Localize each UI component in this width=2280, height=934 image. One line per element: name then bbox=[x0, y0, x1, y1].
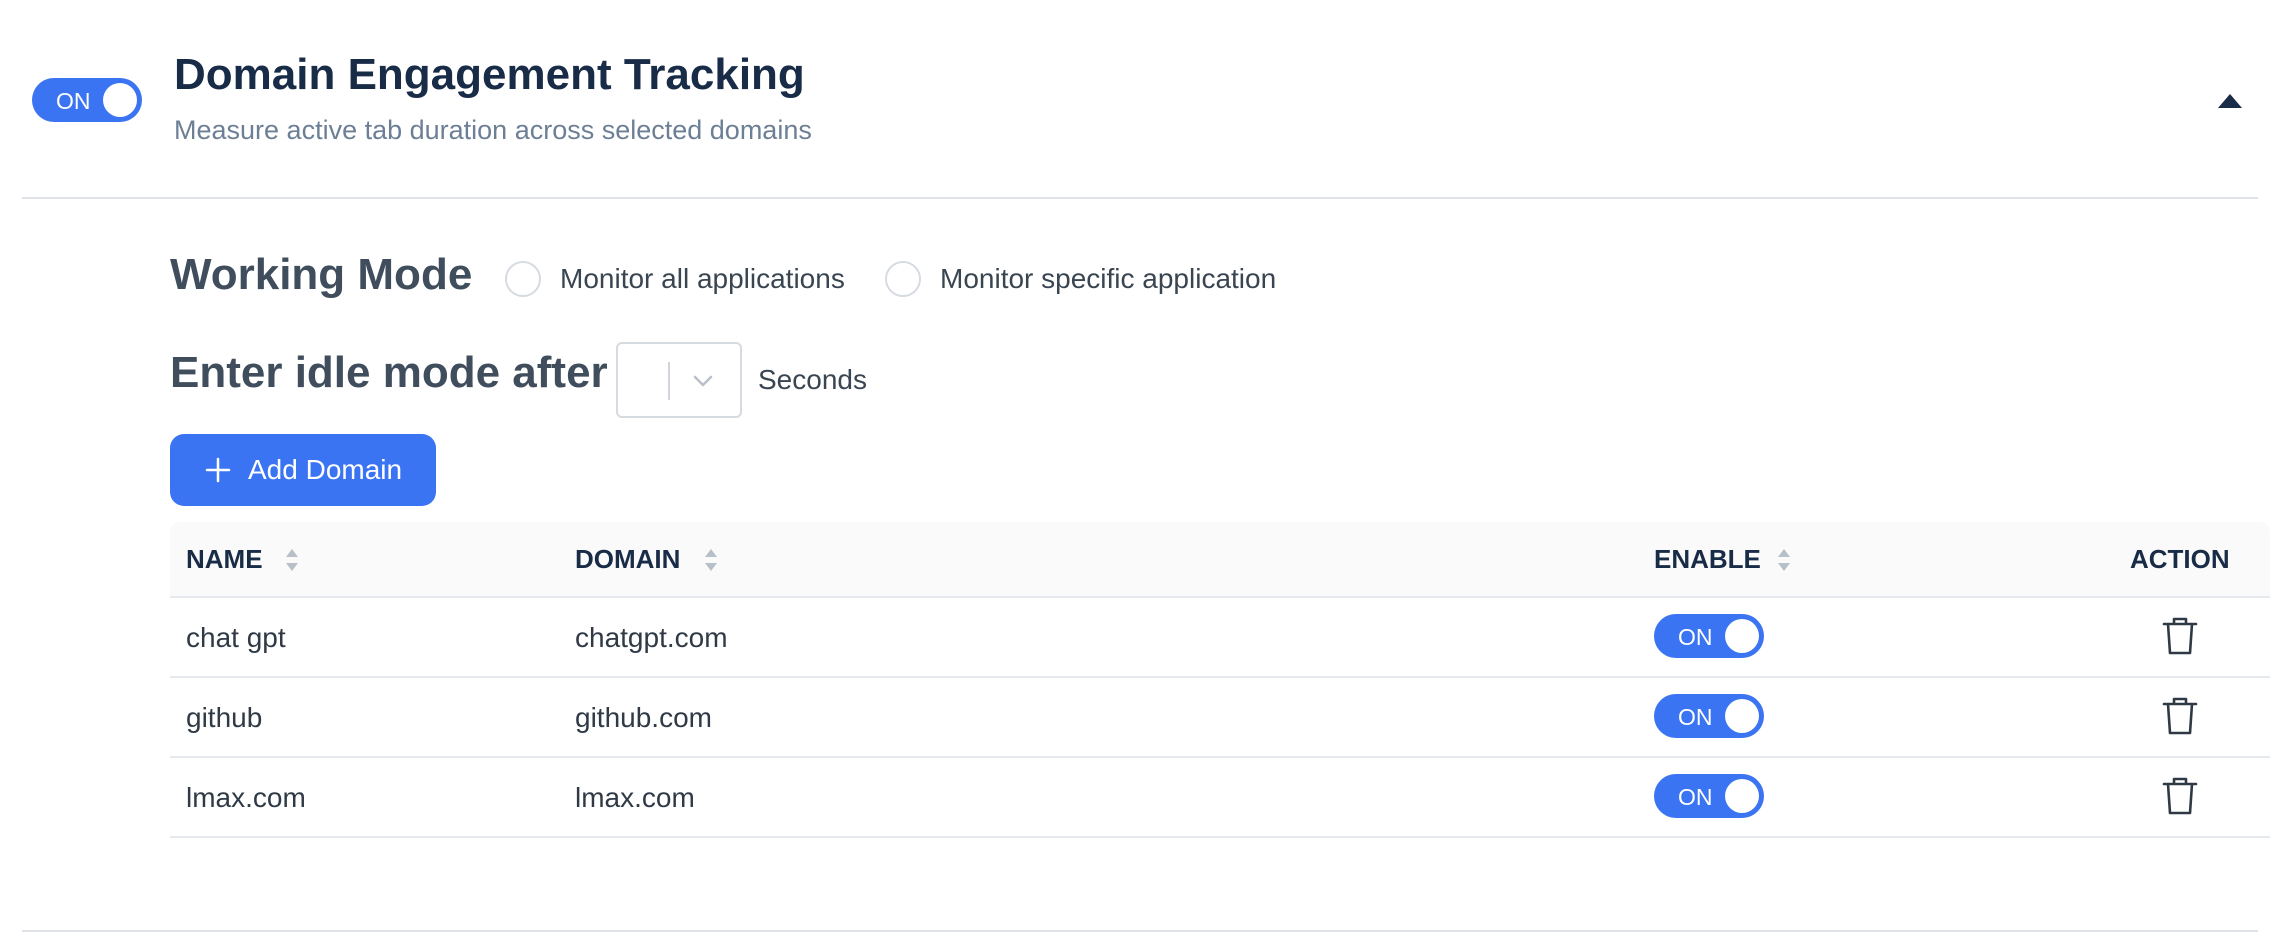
idle-seconds-select[interactable] bbox=[616, 342, 742, 418]
cell-domain: github.com bbox=[575, 702, 712, 733]
idle-mode-label: Enter idle mode after bbox=[170, 348, 608, 397]
toggle-label: ON bbox=[1678, 784, 1713, 810]
row-enable-toggle[interactable]: ON bbox=[1654, 694, 1764, 738]
toggle-knob bbox=[103, 83, 137, 117]
toggle-knob bbox=[1725, 619, 1759, 653]
chevron-down-icon bbox=[693, 375, 713, 387]
trash-icon[interactable] bbox=[2161, 776, 2199, 816]
sort-icon[interactable] bbox=[703, 546, 719, 574]
radio-monitor-all[interactable] bbox=[505, 261, 541, 297]
column-header-action: ACTION bbox=[2130, 544, 2230, 574]
section-header: ON Domain Engagement Tracking Measure ac… bbox=[0, 0, 2280, 198]
toggle-label: ON bbox=[56, 88, 91, 114]
section-subtitle: Measure active tab duration across selec… bbox=[174, 115, 812, 145]
column-header-name[interactable]: NAME bbox=[186, 544, 263, 575]
section-title: Domain Engagement Tracking bbox=[174, 50, 805, 99]
toggle-label: ON bbox=[1678, 704, 1713, 730]
plus-icon bbox=[205, 457, 231, 483]
toggle-knob bbox=[1725, 699, 1759, 733]
sort-icon[interactable] bbox=[284, 546, 300, 574]
working-mode-label: Working Mode bbox=[170, 250, 473, 299]
toggle-knob bbox=[1725, 779, 1759, 813]
toggle-label: ON bbox=[1678, 624, 1713, 650]
column-header-domain[interactable]: DOMAIN bbox=[575, 544, 680, 575]
cell-name: chat gpt bbox=[186, 622, 286, 653]
divider bbox=[22, 930, 2258, 932]
table-row: github github.com ON bbox=[170, 678, 2270, 758]
idle-unit-label: Seconds bbox=[758, 364, 867, 395]
select-separator bbox=[668, 362, 670, 400]
radio-monitor-specific[interactable] bbox=[885, 261, 921, 297]
domains-table: NAME DOMAIN ENABLE ACTION chat gpt chatg… bbox=[170, 522, 2270, 838]
cell-name: github bbox=[186, 702, 263, 733]
table-header: NAME DOMAIN ENABLE ACTION bbox=[170, 522, 2270, 598]
trash-icon[interactable] bbox=[2161, 616, 2199, 656]
add-domain-label: Add Domain bbox=[248, 454, 403, 485]
table-row: chat gpt chatgpt.com ON bbox=[170, 598, 2270, 678]
section-enable-toggle[interactable]: ON bbox=[32, 78, 142, 122]
row-enable-toggle[interactable]: ON bbox=[1654, 614, 1764, 658]
column-header-enable[interactable]: ENABLE bbox=[1654, 544, 1761, 575]
add-domain-button[interactable]: Add Domain bbox=[170, 434, 436, 506]
cell-name: lmax.com bbox=[186, 782, 306, 813]
divider bbox=[22, 197, 2258, 199]
row-enable-toggle[interactable]: ON bbox=[1654, 774, 1764, 818]
cell-domain: lmax.com bbox=[575, 782, 695, 813]
table-row: lmax.com lmax.com ON bbox=[170, 758, 2270, 838]
radio-monitor-all-label[interactable]: Monitor all applications bbox=[560, 263, 845, 295]
caret-up-icon[interactable] bbox=[2216, 92, 2244, 110]
cell-domain: chatgpt.com bbox=[575, 622, 728, 653]
sort-icon[interactable] bbox=[1776, 546, 1792, 574]
trash-icon[interactable] bbox=[2161, 696, 2199, 736]
radio-monitor-specific-label[interactable]: Monitor specific application bbox=[940, 263, 1276, 295]
